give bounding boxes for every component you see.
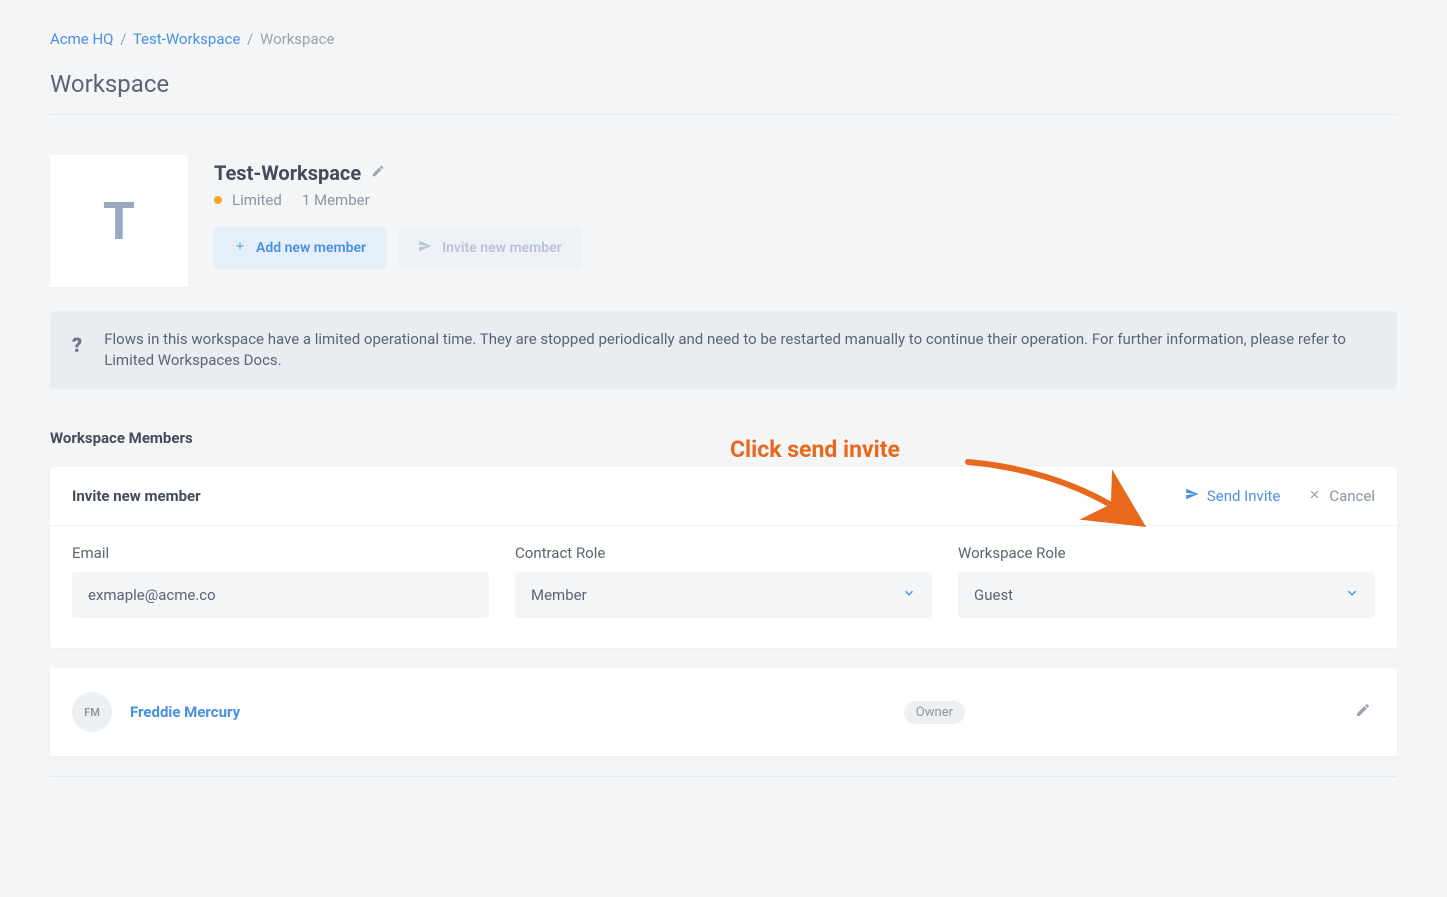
breadcrumb-workspace-link[interactable]: Test-Workspace bbox=[133, 30, 240, 48]
members-heading: Workspace Members bbox=[50, 429, 1397, 447]
paper-plane-icon bbox=[418, 239, 432, 257]
question-icon: ? bbox=[72, 329, 82, 357]
add-new-member-button[interactable]: Add new member bbox=[214, 227, 386, 269]
workspace-role-label: Workspace Role bbox=[958, 544, 1375, 562]
status-label: Limited bbox=[232, 191, 282, 209]
member-count: 1 Member bbox=[302, 191, 370, 209]
send-invite-label: Send Invite bbox=[1207, 487, 1280, 505]
chevron-down-icon bbox=[1345, 586, 1359, 604]
send-invite-button[interactable]: Send Invite bbox=[1185, 487, 1280, 505]
status-dot-icon bbox=[214, 196, 222, 204]
contract-role-select[interactable]: Member bbox=[515, 572, 932, 618]
member-card: FM Freddie Mercury Owner bbox=[50, 668, 1397, 756]
breadcrumb-current: Workspace bbox=[260, 30, 334, 48]
invite-card: Invite new member Send Invite Cancel bbox=[50, 467, 1397, 648]
contract-role-label: Contract Role bbox=[515, 544, 932, 562]
close-icon bbox=[1308, 487, 1321, 505]
invite-new-member-button: Invite new member bbox=[398, 227, 582, 269]
member-avatar: FM bbox=[72, 692, 112, 732]
contract-role-value: Member bbox=[531, 586, 587, 604]
invite-card-title: Invite new member bbox=[72, 487, 201, 505]
cancel-button[interactable]: Cancel bbox=[1308, 487, 1375, 505]
paper-plane-icon bbox=[1185, 487, 1199, 505]
pencil-icon[interactable] bbox=[371, 164, 385, 182]
email-input[interactable] bbox=[72, 572, 489, 618]
info-banner-text: Flows in this workspace have a limited o… bbox=[104, 329, 1375, 371]
member-name-link[interactable]: Freddie Mercury bbox=[130, 703, 240, 721]
cancel-label: Cancel bbox=[1329, 487, 1375, 505]
invite-new-member-label: Invite new member bbox=[442, 240, 562, 256]
add-new-member-label: Add new member bbox=[256, 240, 366, 256]
breadcrumb-separator: / bbox=[120, 30, 126, 48]
workspace-name: Test-Workspace bbox=[214, 161, 361, 185]
info-banner: ? Flows in this workspace have a limited… bbox=[50, 311, 1397, 389]
pencil-icon[interactable] bbox=[1355, 702, 1371, 722]
workspace-avatar: T bbox=[50, 155, 188, 287]
plus-icon bbox=[234, 240, 246, 256]
breadcrumb-org-link[interactable]: Acme HQ bbox=[50, 30, 114, 48]
divider bbox=[50, 114, 1397, 115]
member-row: FM Freddie Mercury Owner bbox=[50, 668, 1397, 756]
breadcrumb: Acme HQ / Test-Workspace / Workspace bbox=[50, 30, 1397, 48]
workspace-role-select[interactable]: Guest bbox=[958, 572, 1375, 618]
role-badge: Owner bbox=[904, 701, 965, 724]
chevron-down-icon bbox=[902, 586, 916, 604]
email-label: Email bbox=[72, 544, 489, 562]
page-title: Workspace bbox=[50, 70, 1397, 98]
workspace-role-value: Guest bbox=[974, 586, 1013, 604]
breadcrumb-separator: / bbox=[247, 30, 253, 48]
divider bbox=[50, 776, 1397, 777]
